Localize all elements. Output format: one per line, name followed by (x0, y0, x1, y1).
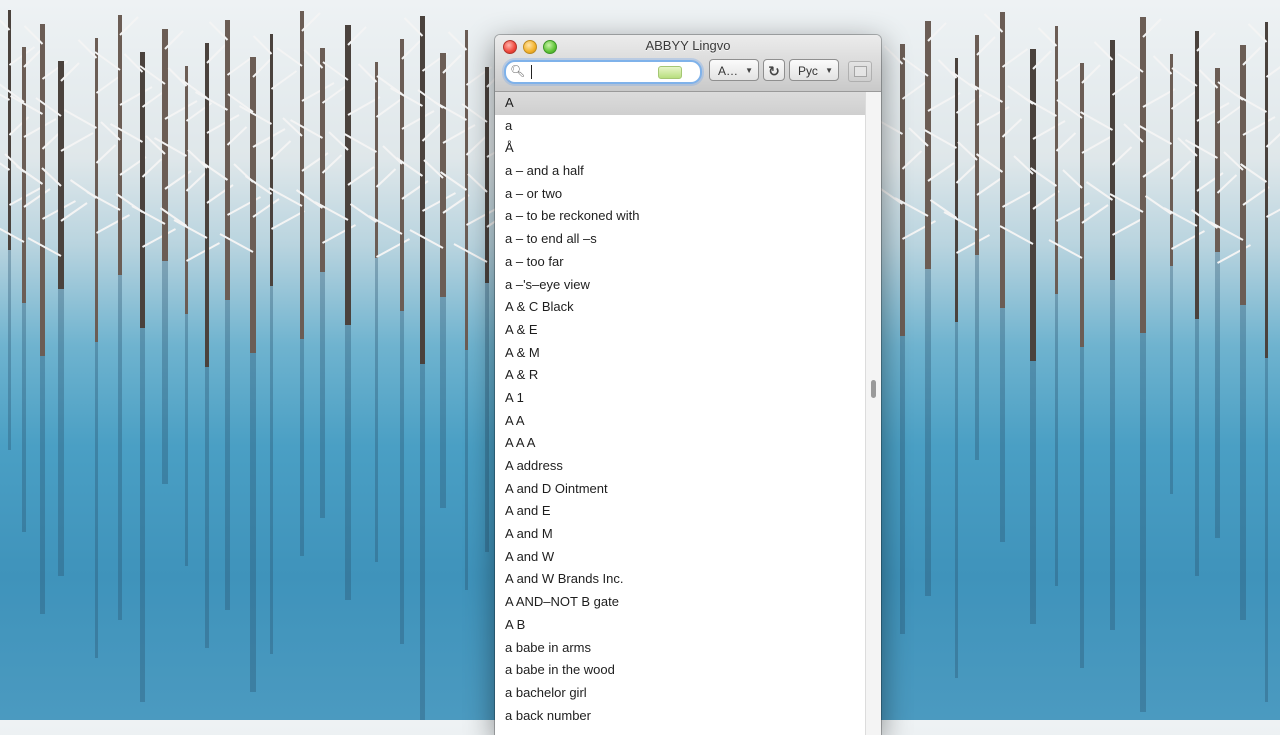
list-item[interactable]: a – or two (495, 183, 865, 206)
target-language-button[interactable]: Рус ▼ (789, 59, 839, 81)
search-icon[interactable]: 🔍︎ (510, 64, 525, 78)
list-item[interactable]: A and M (495, 523, 865, 546)
list-item[interactable]: a babe in the wood (495, 659, 865, 682)
direction-label: A… (718, 64, 738, 78)
chevron-down-icon: ▼ (825, 60, 833, 82)
lingvo-window: ABBYY Lingvo 🔍︎ A… ▼ ↻ Рус ▼ AaÅa – and … (495, 35, 881, 735)
list-item[interactable]: A and D Ointment (495, 478, 865, 501)
chevron-down-icon: ▼ (745, 60, 753, 82)
list-item[interactable]: A & M (495, 342, 865, 365)
text-caret (531, 65, 532, 79)
list-item[interactable]: A AND–NOT B gate (495, 591, 865, 614)
list-item[interactable]: A A (495, 410, 865, 433)
list-item[interactable]: A and E (495, 500, 865, 523)
list-item[interactable]: A address (495, 455, 865, 478)
list-item[interactable]: a – to be reckoned with (495, 205, 865, 228)
list-item[interactable]: a (495, 115, 865, 138)
search-input[interactable] (534, 63, 654, 80)
list-item[interactable]: a – too far (495, 251, 865, 274)
swap-languages-button[interactable]: ↻ (763, 59, 785, 81)
list-item[interactable]: A and W Brands Inc. (495, 568, 865, 591)
list-item[interactable]: A B (495, 614, 865, 637)
vertical-scrollbar[interactable] (865, 92, 881, 735)
list-item[interactable]: a –'s–eye view (495, 274, 865, 297)
list-item[interactable]: a – to end all –s (495, 228, 865, 251)
list-item[interactable]: A 1 (495, 387, 865, 410)
list-item[interactable]: a back number (495, 705, 865, 728)
search-field[interactable]: 🔍︎ (504, 60, 702, 84)
list-item[interactable]: A & E (495, 319, 865, 342)
scrollbar-thumb[interactable] (871, 380, 876, 398)
selected-list-item[interactable]: A (495, 92, 865, 115)
refresh-swap-icon: ↻ (768, 63, 780, 79)
window-title: ABBYY Lingvo (495, 38, 881, 53)
list-item[interactable]: A and W (495, 546, 865, 569)
keyboard-layout-icon (658, 66, 682, 79)
list-item[interactable]: a babe in arms (495, 637, 865, 660)
word-list[interactable]: AaÅa – and a halfa – or twoa – to be rec… (495, 92, 865, 735)
list-item[interactable]: A & C Black (495, 296, 865, 319)
title-bar[interactable]: ABBYY Lingvo 🔍︎ A… ▼ ↻ Рус ▼ (495, 35, 881, 92)
translation-direction-button[interactable]: A… ▼ (709, 59, 759, 81)
list-item[interactable]: A & R (495, 364, 865, 387)
list-item[interactable]: Å (495, 137, 865, 160)
language-label: Рус (798, 64, 818, 78)
list-item[interactable]: a bachelor girl (495, 682, 865, 705)
card-icon[interactable] (848, 61, 872, 82)
list-item[interactable]: A A A (495, 432, 865, 455)
list-item[interactable]: a – and a half (495, 160, 865, 183)
